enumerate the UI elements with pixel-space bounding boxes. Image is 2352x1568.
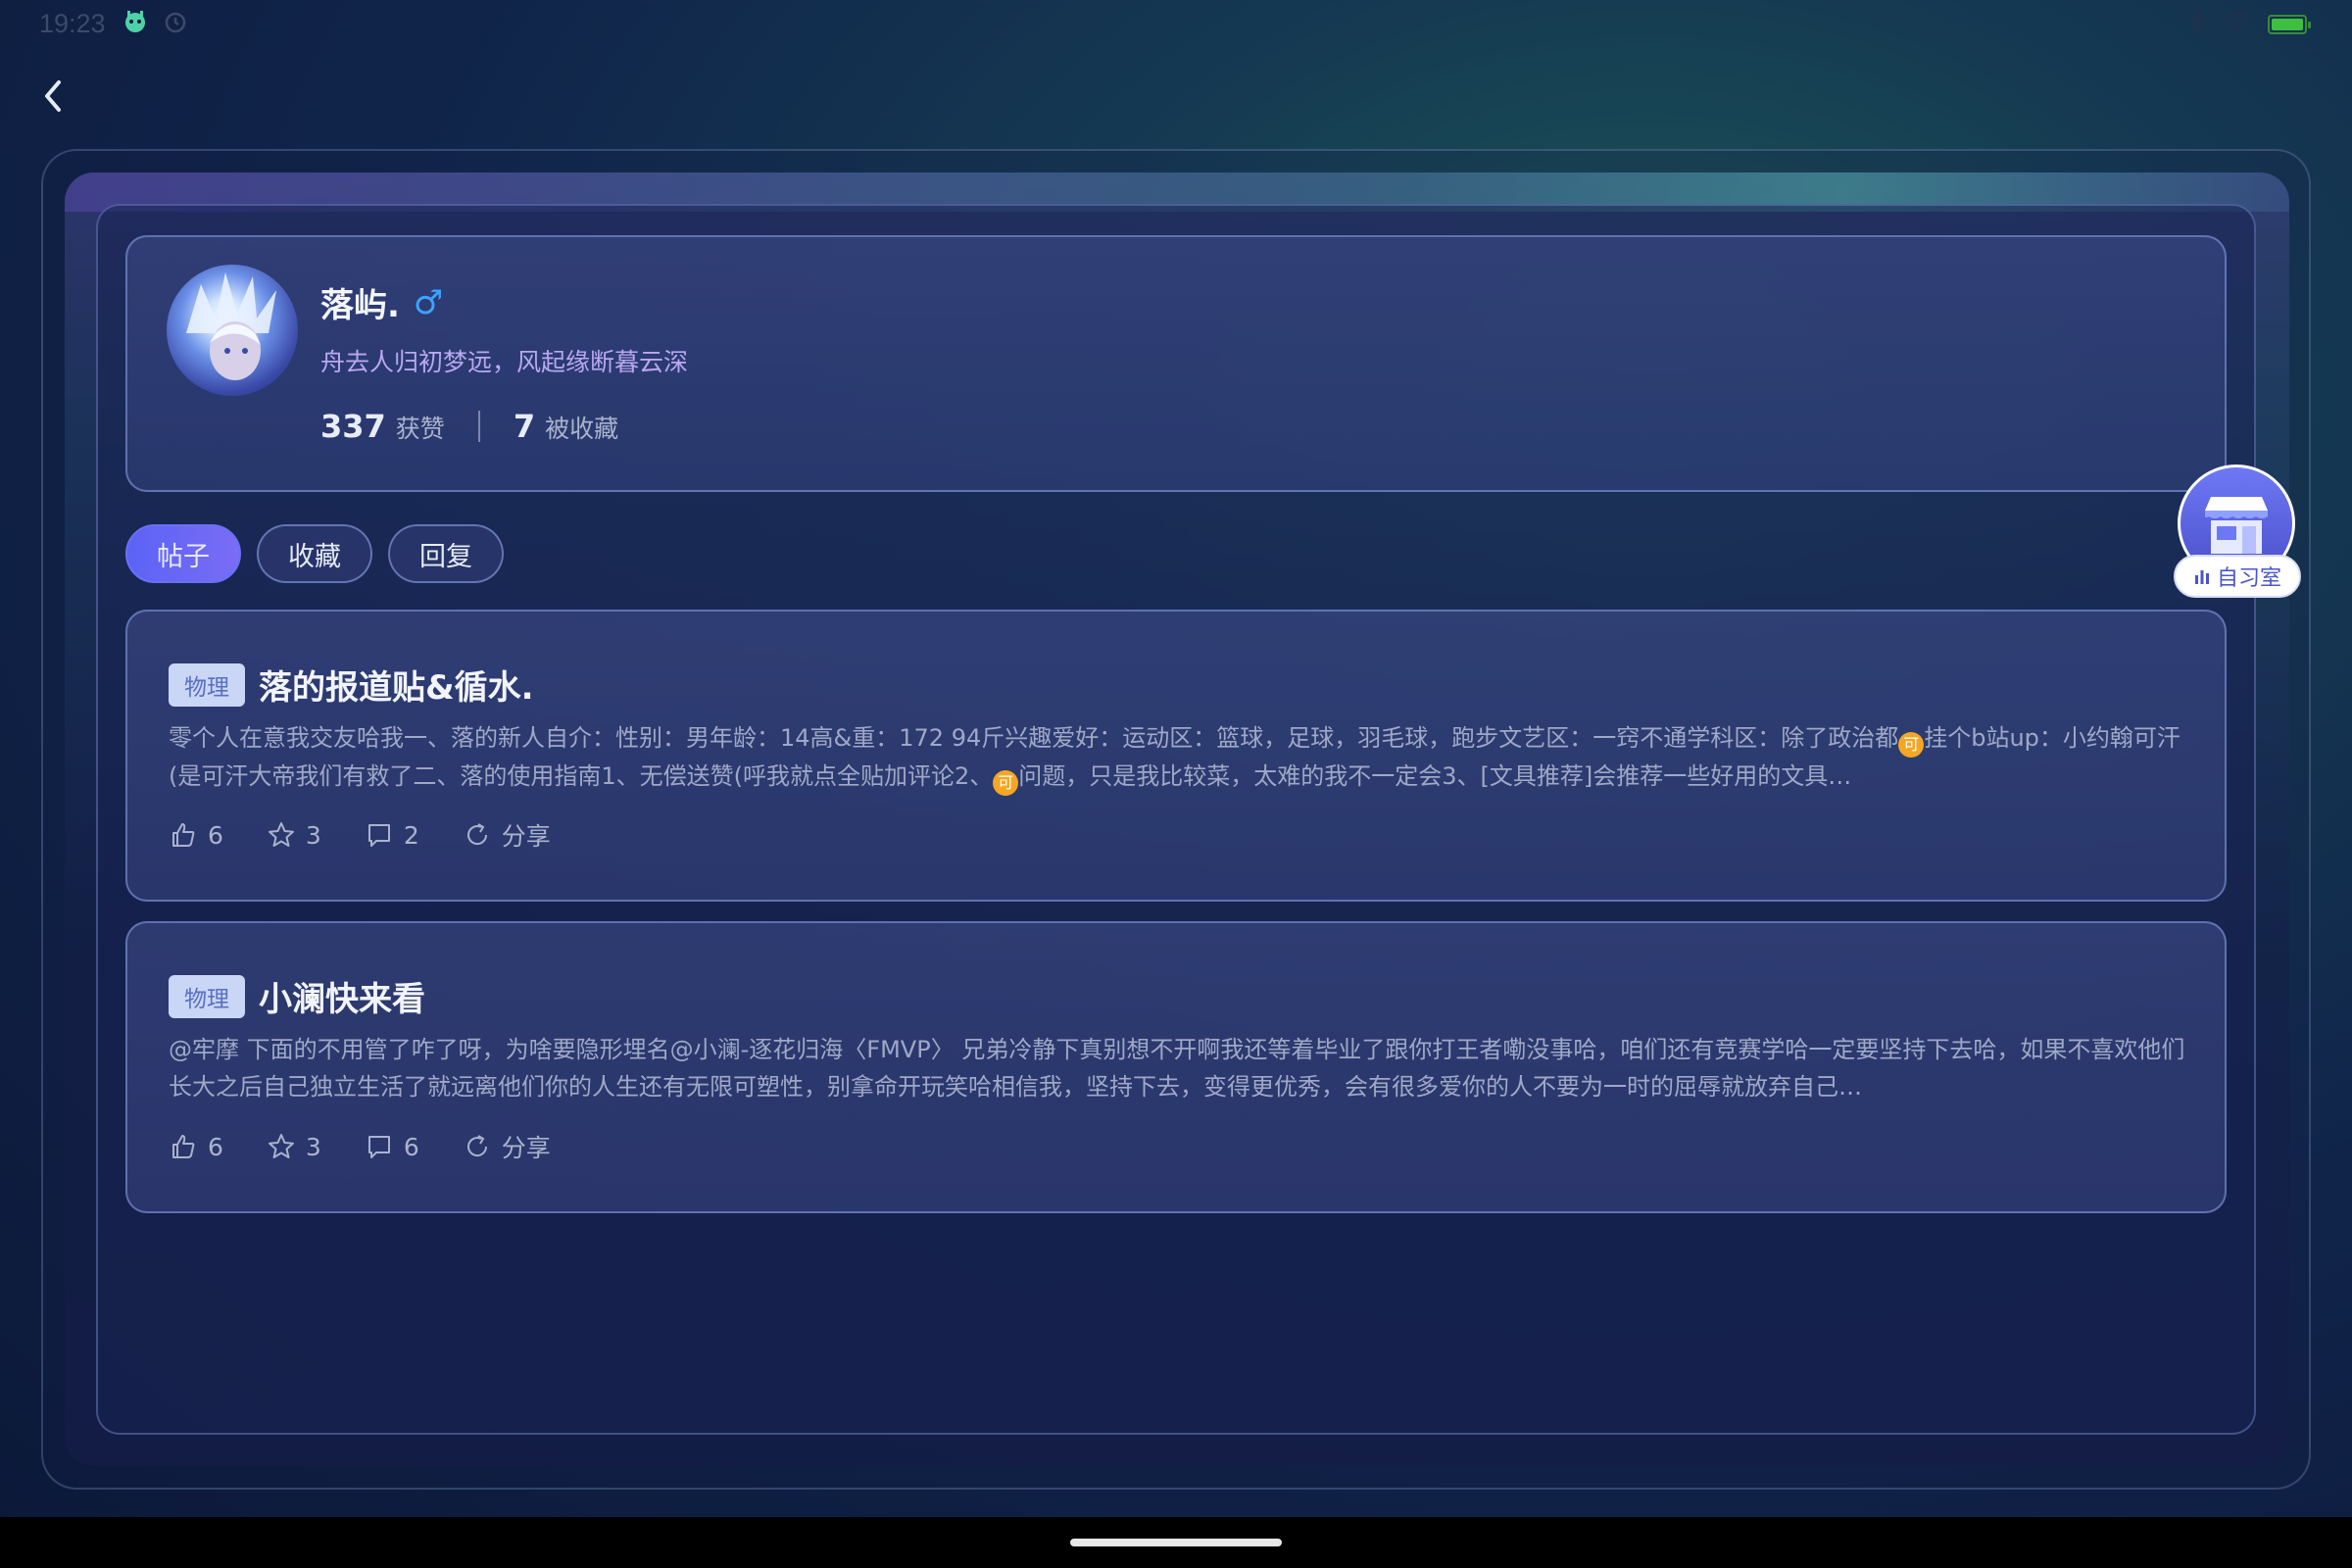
bar-chart-icon [2194, 570, 2209, 584]
star-icon [268, 1134, 294, 1158]
stats-divider [477, 411, 480, 442]
post-title[interactable]: 小澜快来看 [259, 972, 425, 1020]
tab-posts[interactable]: 帖子 [125, 524, 241, 583]
profile-name: 落屿. [320, 286, 400, 325]
thumbs-up-icon [172, 823, 195, 847]
profile-bio: 舟去人归初梦远，风起缘断暮云深 [320, 348, 689, 376]
comment-count: 2 [403, 820, 419, 850]
favorited-count: 7 [513, 408, 536, 445]
study-room-label[interactable]: 自习室 [2174, 555, 2301, 598]
post-card[interactable]: 物理 落的报道贴&循水. 零个人在意我交友哈我一、落的新人自介：性别：男年龄：1… [125, 610, 2227, 902]
study-room-text: 自习室 [2216, 566, 2281, 591]
comment-button[interactable]: 6 [365, 1129, 419, 1164]
comment-count: 6 [403, 1132, 419, 1161]
status-bar: 19:23 [0, 0, 2352, 47]
likes-count: 337 [320, 408, 386, 445]
comment-button[interactable]: 2 [365, 817, 419, 853]
profile-name-row: 落屿. ♂ [320, 278, 443, 326]
bluetooth-icon [2187, 10, 2207, 39]
share-icon [466, 823, 487, 846]
share-button[interactable]: 分享 [463, 817, 551, 853]
star-button[interactable]: 3 [267, 1129, 321, 1164]
subject-tag: 物理 [169, 974, 245, 1018]
star-count: 3 [305, 820, 321, 850]
home-indicator[interactable] [1070, 1539, 1282, 1546]
app-notification-icon [122, 8, 149, 39]
share-label: 分享 [501, 1134, 551, 1162]
favorited-label: 被收藏 [545, 415, 619, 443]
comment-icon [368, 1136, 390, 1158]
share-label: 分享 [501, 822, 551, 851]
post-card[interactable]: 物理 小澜快来看 @牢摩 下面的不用管了咋了呀，为啥要隐形埋名@小澜-逐花归海〈… [125, 921, 2227, 1213]
like-button[interactable]: 6 [169, 817, 223, 853]
thumbs-up-icon [172, 1135, 195, 1158]
male-gender-icon: ♂ [413, 282, 444, 322]
chevron-left-icon [45, 80, 61, 112]
wifi-icon [2223, 11, 2252, 38]
star-button[interactable]: 3 [267, 817, 321, 853]
tab-favorites[interactable]: 收藏 [257, 524, 372, 583]
post-body-text: 零个人在意我交友哈我一、落的新人自介：性别：男年龄：14高&重：172 94斤兴… [169, 724, 1899, 752]
likes-label: 获赞 [395, 415, 445, 443]
study-room-widget[interactable]: 自习室 [2174, 465, 2301, 608]
profile-stats: 337 获赞 7 被收藏 [320, 408, 618, 445]
star-count: 3 [305, 1132, 321, 1161]
star-icon [268, 822, 294, 847]
battery-icon [2268, 15, 2311, 34]
post-body: @牢摩 下面的不用管了咋了呀，为啥要隐形埋名@小澜-逐花归海〈FMVP〉 兄弟冷… [169, 1036, 2185, 1101]
post-title[interactable]: 落的报道贴&循水. [259, 661, 534, 709]
subject-tag: 物理 [169, 662, 245, 707]
post-actions: 6 3 2 分享 [169, 817, 551, 853]
like-button[interactable]: 6 [169, 1129, 223, 1164]
status-time: 19:23 [39, 8, 106, 38]
tab-replies[interactable]: 回复 [388, 524, 504, 583]
alarm-icon [163, 9, 188, 38]
avatar[interactable] [167, 265, 298, 396]
emoji-icon: 可 [993, 770, 1019, 796]
post-body-text: 问题，只是我比较菜，太难的我不一定会3、[文具推荐]会推荐一些好用的文具… [1018, 762, 1852, 790]
emoji-icon: 可 [1898, 732, 1925, 758]
back-button[interactable] [35, 74, 71, 118]
post-body: 零个人在意我交友哈我一、落的新人自介：性别：男年龄：14高&重：172 94斤兴… [169, 719, 2187, 796]
like-count: 6 [208, 820, 223, 850]
profile-tabs: 帖子 收藏 回复 [125, 524, 504, 583]
like-count: 6 [208, 1132, 223, 1161]
share-icon [466, 1135, 487, 1157]
share-button[interactable]: 分享 [463, 1129, 551, 1164]
comment-icon [368, 824, 390, 847]
post-actions: 6 3 6 分享 [169, 1129, 551, 1164]
